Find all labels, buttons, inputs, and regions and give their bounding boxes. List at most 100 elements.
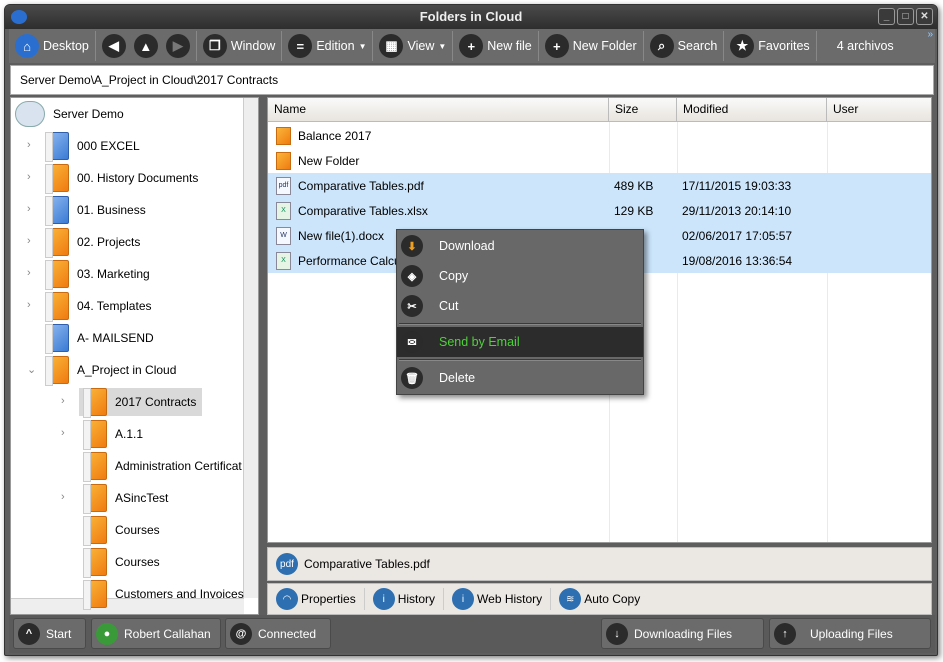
view-dropdown[interactable]: ▦ View ▼: [373, 31, 454, 61]
tree-root[interactable]: Server Demo: [15, 100, 124, 128]
folder-icon: [45, 228, 69, 258]
home-icon: ⌂: [15, 34, 39, 58]
menu-item-delete[interactable]: 🗑 Delete: [397, 363, 643, 393]
menu-separator: [399, 323, 641, 325]
file-row[interactable]: Balance 2017: [268, 123, 931, 148]
tree-item[interactable]: 00. History Documents: [45, 164, 199, 194]
detail-tabs: ◠ Properties i History i Web History ≋ Auto …: [267, 583, 932, 615]
file-row[interactable]: New Folder: [268, 148, 931, 173]
tree-item-label: A- MAILSEND: [77, 331, 154, 345]
menu-item-send-by-email[interactable]: ✉ Send by Email: [397, 327, 643, 357]
xlsx-file-icon: X: [276, 251, 291, 270]
tree-item[interactable]: Courses: [79, 548, 160, 578]
context-menu: ⬇ Download ◈ Copy ✂ Cut ✉ Send by Email 🗑 Del…: [396, 229, 644, 395]
tree-item[interactable]: 04. Templates: [45, 292, 152, 322]
window-label: Window: [230, 39, 276, 53]
file-row[interactable]: X Comparative Tables.xlsx 129 KB 29/11/2013…: [268, 198, 931, 223]
folder-file-icon: [276, 126, 291, 145]
tree-item-label: 000 EXCEL: [77, 139, 140, 153]
chevron-right-icon[interactable]: ›: [27, 235, 31, 247]
column-header-name[interactable]: Name: [268, 98, 609, 122]
upload-icon: ↑: [774, 622, 796, 645]
tree-item-label: 00. History Documents: [77, 171, 199, 185]
edition-dropdown[interactable]: = Edition ▼: [282, 31, 374, 61]
chevron-right-icon[interactable]: ›: [61, 395, 65, 407]
forward-button[interactable]: ▶: [165, 34, 190, 58]
file-size: 129 KB: [614, 203, 654, 218]
uploading-files-button[interactable]: ↑ Uploading Files: [769, 618, 931, 649]
downloading-files-button[interactable]: ↓ Downloading Files: [601, 618, 764, 649]
chevron-right-icon[interactable]: ›: [27, 171, 31, 183]
tree-item[interactable]: Customers and Invoices: [79, 580, 244, 610]
desktop-button[interactable]: ⌂ Desktop: [9, 31, 96, 61]
tree-item[interactable]: 000 EXCEL: [45, 132, 140, 162]
selected-filename: Comparative Tables.pdf: [304, 557, 430, 571]
tree-item[interactable]: 03. Marketing: [45, 260, 150, 290]
tree-item[interactable]: A.1.1: [79, 420, 143, 450]
window-title: Folders in Cloud: [419, 9, 523, 24]
chevron-right-icon[interactable]: ›: [27, 267, 31, 279]
tree-item-label: 2017 Contracts: [115, 395, 197, 409]
chevron-right-icon[interactable]: ›: [27, 203, 31, 215]
minimize-button[interactable]: _: [878, 8, 895, 25]
history-icon: i: [372, 588, 395, 610]
tree-item[interactable]: 2017 Contracts: [79, 388, 203, 418]
folder-icon: [83, 580, 107, 610]
column-header-size[interactable]: Size: [609, 98, 677, 122]
tab-auto-copy[interactable]: ≋ Auto Copy: [551, 588, 648, 610]
folder-file-icon: [276, 151, 291, 170]
chevron-right-icon[interactable]: ›: [27, 299, 31, 311]
back-button[interactable]: ◀: [101, 34, 126, 58]
menu-label: Copy: [439, 269, 469, 283]
search-button[interactable]: ⌕ Search: [644, 31, 725, 61]
connection-button[interactable]: @ Connected: [225, 618, 331, 649]
tree-item[interactable]: 01. Business: [45, 196, 146, 226]
chevron-down-icon[interactable]: ⌄: [27, 363, 36, 376]
tree-vertical-scrollbar[interactable]: [243, 98, 258, 598]
start-button[interactable]: ^ Start: [13, 618, 86, 649]
tab-label: Auto Copy: [584, 592, 641, 606]
layers-icon: ◈: [401, 265, 423, 287]
tab-label: Web History: [477, 592, 543, 606]
folder-icon: [45, 260, 69, 290]
tree-item[interactable]: A_Project in Cloud: [45, 356, 176, 386]
tab-properties[interactable]: ◠ Properties: [268, 588, 365, 610]
tab-web-history[interactable]: i Web History: [444, 588, 552, 610]
file-name: New Folder: [298, 153, 360, 168]
chevron-right-icon[interactable]: ›: [61, 427, 65, 439]
user-button[interactable]: ● Robert Callahan: [91, 618, 221, 649]
menu-item-download[interactable]: ⬇ Download: [397, 231, 643, 261]
view-label: View: [407, 39, 435, 53]
plus-icon: +: [544, 34, 569, 58]
chevron-right-icon[interactable]: ›: [27, 139, 31, 151]
address-bar[interactable]: Server Demo\A_Project in Cloud\2017 Cont…: [10, 65, 934, 95]
tree-item[interactable]: ASincTest: [79, 484, 168, 514]
overflow-chevron-icon[interactable]: »: [927, 29, 933, 40]
favorites-button[interactable]: ★ Favorites: [724, 31, 817, 61]
menu-separator: [399, 359, 641, 361]
new-file-button[interactable]: + New file: [453, 31, 539, 61]
tree-item[interactable]: A- MAILSEND: [45, 324, 154, 354]
tree-item[interactable]: Administration Certificat: [79, 452, 242, 482]
up-button[interactable]: ▲: [133, 34, 158, 58]
auto-copy-icon: ≋: [559, 588, 582, 610]
tree-item[interactable]: Courses: [79, 516, 160, 546]
download-icon: ⬇: [401, 235, 423, 257]
menu-item-copy[interactable]: ◈ Copy: [397, 261, 643, 291]
column-header-modified[interactable]: Modified: [677, 98, 827, 122]
window-button[interactable]: ❐ Window: [197, 31, 283, 61]
status-bar: ^ Start ● Robert Callahan @ Connected ↓ Down…: [9, 615, 935, 653]
column-header-user[interactable]: User: [827, 98, 931, 122]
file-row[interactable]: pdf Comparative Tables.pdf 489 KB 17/11/201…: [268, 173, 931, 198]
tab-history[interactable]: i History: [365, 588, 445, 610]
menu-item-cut[interactable]: ✂ Cut: [397, 291, 643, 321]
desktop-label: Desktop: [43, 39, 89, 53]
file-modified: 19/08/2016 13:36:54: [682, 253, 793, 268]
chevron-right-icon[interactable]: ›: [61, 491, 65, 503]
search-label: Search: [677, 39, 718, 53]
maximize-button[interactable]: □: [897, 8, 914, 25]
close-button[interactable]: ✕: [916, 8, 933, 25]
new-folder-button[interactable]: + New Folder: [539, 31, 644, 61]
grid-icon: ▦: [379, 34, 404, 58]
tree-item[interactable]: 02. Projects: [45, 228, 140, 258]
